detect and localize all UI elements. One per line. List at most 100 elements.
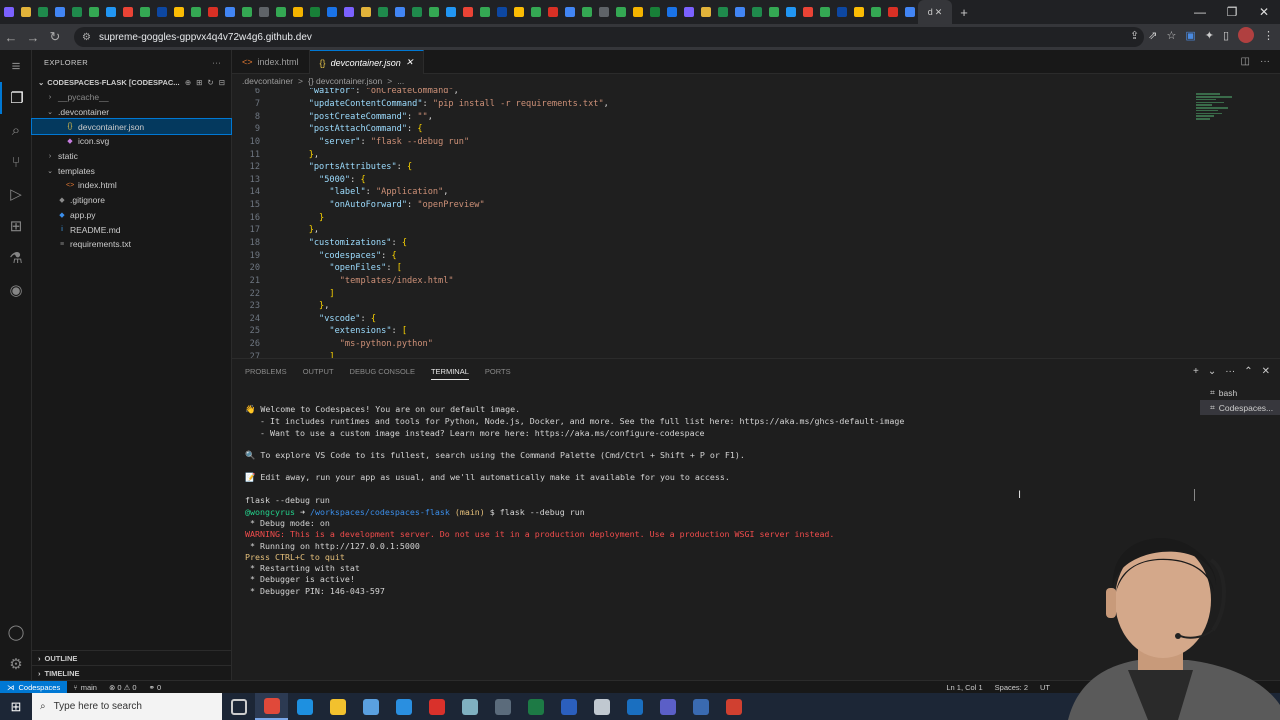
terminal-line[interactable]: [245, 461, 1195, 472]
file-tree-item[interactable]: ◆ app.py: [32, 208, 231, 223]
code-line[interactable]: 11 },: [232, 148, 1212, 161]
excel-taskbar-button[interactable]: [519, 693, 552, 720]
browser-tab[interactable]: [357, 0, 374, 24]
url-text[interactable]: supreme-goggles-gppvx4q4v72w4g6.github.d…: [99, 32, 312, 43]
browser-tab[interactable]: [799, 0, 816, 24]
search-icon[interactable]: ⌕: [0, 114, 32, 146]
code-line[interactable]: 10 "server": "flask --debug run": [232, 136, 1212, 149]
forward-icon[interactable]: →: [22, 30, 44, 45]
explorer-more-button[interactable]: ···: [212, 58, 221, 67]
browser-tab[interactable]: [663, 0, 680, 24]
breadcrumb-item[interactable]: >: [387, 76, 392, 86]
code-line[interactable]: 7 "updateContentCommand": "pip install -…: [232, 98, 1212, 111]
remote-label[interactable]: Codespaces: [19, 683, 61, 692]
browser-tab[interactable]: [782, 0, 799, 24]
code-line[interactable]: 8 "postCreateCommand": "",: [232, 110, 1212, 123]
code-line[interactable]: 20 "openFiles": [: [232, 262, 1212, 275]
panel-tab-debug-console[interactable]: DEBUG CONSOLE: [350, 367, 415, 380]
file-tree-label[interactable]: __pycache__: [58, 92, 109, 102]
code-line[interactable]: 14 "label": "Application",: [232, 186, 1212, 199]
code-lines[interactable]: 6 "waitFor": "onCreateCommand", 7 "update…: [232, 88, 1212, 358]
task-view-taskbar-button[interactable]: [222, 693, 255, 720]
code-line[interactable]: 27 ]: [232, 350, 1212, 358]
browser-tab[interactable]: [680, 0, 697, 24]
terminal-line[interactable]: flask --debug run: [245, 495, 1195, 506]
remote-indicator[interactable]: ⋊ Codespaces: [0, 680, 68, 694]
panel-more-icon[interactable]: ···: [1225, 366, 1235, 377]
explorer-icon[interactable]: ❐: [0, 82, 32, 114]
browser-tab[interactable]: [102, 0, 119, 24]
teams-taskbar-button[interactable]: [651, 693, 684, 720]
browser-tab[interactable]: [391, 0, 408, 24]
search-placeholder[interactable]: Type here to search: [54, 701, 142, 712]
word-taskbar-button[interactable]: [552, 693, 585, 720]
timeline-section[interactable]: › TIMELINE: [32, 665, 232, 680]
editor-tab-label[interactable]: devcontainer.json: [331, 58, 401, 68]
outline-title[interactable]: OUTLINE: [45, 654, 78, 663]
ports-indicator[interactable]: ⚭ 0: [143, 683, 168, 692]
browser-tab[interactable]: [476, 0, 493, 24]
close-tab-icon[interactable]: ✕: [935, 7, 943, 18]
editor-tab[interactable]: {} devcontainer.json ✕: [309, 50, 425, 74]
branch-label[interactable]: main: [81, 683, 97, 692]
terminal-instance-label[interactable]: bash: [1219, 388, 1237, 398]
file-tree-label[interactable]: README.md: [70, 225, 121, 235]
code-line[interactable]: 16 }: [232, 211, 1212, 224]
file-tree-label[interactable]: app.py: [70, 210, 96, 220]
collapse-all-icon[interactable]: ⊟: [219, 78, 225, 87]
browser-tab[interactable]: [816, 0, 833, 24]
address-bar[interactable]: ⚙ supreme-goggles-gppvx4q4v72w4g6.github…: [74, 27, 1144, 47]
browser-tab[interactable]: [561, 0, 578, 24]
new-folder-icon[interactable]: ⊞: [196, 78, 202, 87]
menu-icon[interactable]: ≡: [0, 50, 32, 82]
terminal-instance-label[interactable]: Codespaces...: [1219, 403, 1273, 413]
browser-tab-active[interactable]: d ✕: [918, 0, 952, 24]
windows-start-icon[interactable]: ⊞: [0, 699, 32, 715]
file-tree-label[interactable]: static: [58, 151, 78, 161]
file-tree-item[interactable]: ◆ icon.svg: [32, 134, 231, 149]
browser-tab[interactable]: [85, 0, 102, 24]
browser-tab[interactable]: [34, 0, 51, 24]
browser-tab[interactable]: [493, 0, 510, 24]
extension-icon[interactable]: ▣: [1185, 29, 1195, 42]
browser-tab[interactable]: [646, 0, 663, 24]
terminal-line[interactable]: - It includes runtimes and tools for Pyt…: [245, 416, 1195, 427]
terminal-instance[interactable]: ⌗ Codespaces...: [1200, 400, 1280, 415]
new-tab-button[interactable]: +: [952, 0, 976, 24]
file-tree-item[interactable]: <> index.html: [32, 178, 231, 193]
code-line[interactable]: 24 "vscode": {: [232, 313, 1212, 326]
browser-tab[interactable]: [306, 0, 323, 24]
code-line[interactable]: 22 ]: [232, 287, 1212, 300]
editor-tab[interactable]: <> index.html: [232, 50, 310, 74]
file-tree-item[interactable]: › static: [32, 149, 231, 164]
file-tree-label[interactable]: devcontainer.json: [78, 122, 144, 132]
code-line[interactable]: 26 "ms-python.python": [232, 338, 1212, 351]
chrome-taskbar-button[interactable]: [255, 693, 288, 720]
browser-tab[interactable]: [459, 0, 476, 24]
browser-tab[interactable]: [408, 0, 425, 24]
browser-tab[interactable]: [748, 0, 765, 24]
terminal-dropdown-icon[interactable]: ⌄: [1208, 366, 1216, 377]
code-line[interactable]: 12 "portsAttributes": {: [232, 161, 1212, 174]
browser-tab[interactable]: [510, 0, 527, 24]
back-icon[interactable]: ←: [0, 30, 22, 45]
manage-gear-icon[interactable]: ⚙: [0, 648, 32, 680]
browser-tab[interactable]: [119, 0, 136, 24]
active-tab-label[interactable]: d: [928, 7, 933, 17]
browser-tab[interactable]: [765, 0, 782, 24]
github-icon[interactable]: ◉: [0, 274, 32, 306]
indentation[interactable]: Spaces: 2: [995, 683, 1028, 692]
browser-tab[interactable]: [187, 0, 204, 24]
browser-tab[interactable]: [850, 0, 867, 24]
file-tree-label[interactable]: requirements.txt: [70, 239, 131, 249]
editor-more-icon[interactable]: ···: [1260, 56, 1270, 67]
terminal-line[interactable]: 👋 Welcome to Codespaces! You are on our …: [245, 404, 1195, 415]
browser-tab[interactable]: [340, 0, 357, 24]
browser-tab[interactable]: [51, 0, 68, 24]
browser-tab[interactable]: [204, 0, 221, 24]
file-tree-label[interactable]: icon.svg: [78, 136, 109, 146]
code-line[interactable]: 23 },: [232, 300, 1212, 313]
browser-tab[interactable]: [272, 0, 289, 24]
outlook-taskbar-button[interactable]: [618, 693, 651, 720]
maximize-button[interactable]: ❐: [1216, 0, 1248, 24]
